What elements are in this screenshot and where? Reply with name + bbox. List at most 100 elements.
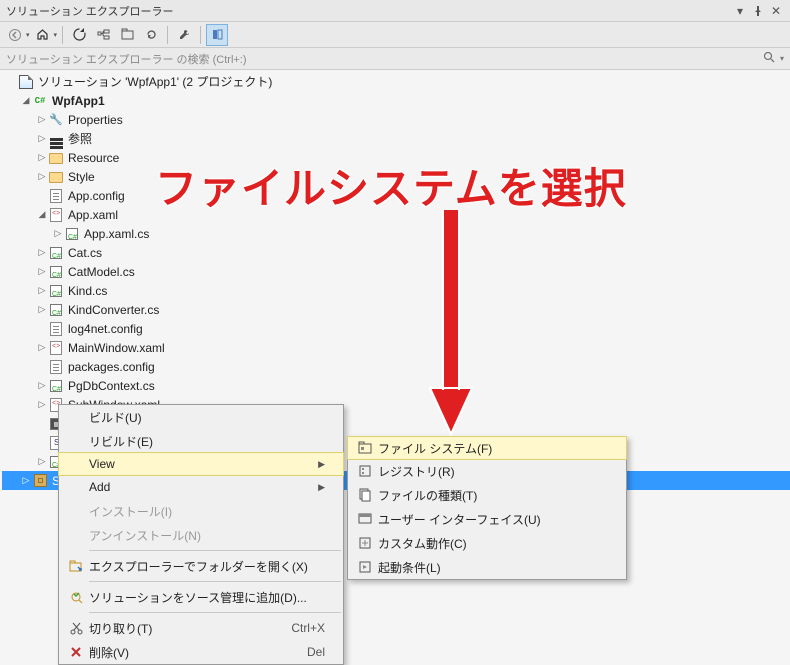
open-folder-icon bbox=[63, 555, 89, 577]
cs-icon bbox=[64, 226, 80, 242]
expander-icon[interactable]: ▷ bbox=[36, 456, 48, 467]
toolbar: ▾ ▾ bbox=[0, 22, 790, 48]
menu-open-folder[interactable]: エクスプローラーでフォルダーを開く(X) bbox=[59, 554, 343, 578]
expander-icon[interactable]: ▷ bbox=[36, 304, 48, 315]
menu-add[interactable]: Add▶ bbox=[59, 475, 343, 499]
sync-icon[interactable] bbox=[68, 24, 90, 46]
expander-icon[interactable]: ▷ bbox=[20, 475, 32, 486]
tree-item[interactable]: ▷Cat.cs bbox=[2, 243, 790, 262]
dropdown-icon[interactable]: ▾ bbox=[732, 3, 748, 19]
expander-icon[interactable]: ▷ bbox=[36, 114, 48, 125]
cs-icon bbox=[48, 302, 64, 318]
project-node-wpfapp1[interactable]: ◢C#WpfApp1 bbox=[2, 91, 790, 110]
menu-separator bbox=[89, 581, 341, 582]
expander-icon[interactable]: ▷ bbox=[36, 399, 48, 410]
setup-icon bbox=[32, 473, 48, 489]
close-icon[interactable]: ✕ bbox=[768, 3, 784, 19]
custom-icon bbox=[352, 532, 378, 554]
config-icon bbox=[48, 359, 64, 375]
menu-build[interactable]: ビルド(U) bbox=[59, 405, 343, 429]
expander-icon[interactable]: ▷ bbox=[36, 380, 48, 391]
menu-customactions[interactable]: カスタム動作(C) bbox=[348, 531, 626, 555]
tree-item[interactable]: ▷参照 bbox=[2, 129, 790, 148]
csproj-icon: C# bbox=[32, 93, 48, 109]
wrench-icon: 🔧 bbox=[48, 112, 64, 128]
solution-icon bbox=[18, 74, 34, 90]
search-dropdown-icon[interactable]: ▾ bbox=[780, 54, 784, 63]
view-mode-icon[interactable] bbox=[206, 24, 228, 46]
launch-icon bbox=[352, 556, 378, 578]
config-icon bbox=[48, 321, 64, 337]
registry-icon bbox=[352, 460, 378, 482]
show-all-icon[interactable] bbox=[116, 24, 138, 46]
folder-icon bbox=[48, 150, 64, 166]
tree-item[interactable]: log4net.config bbox=[2, 319, 790, 338]
submenu-arrow-icon: ▶ bbox=[318, 482, 325, 493]
menu-separator bbox=[89, 550, 341, 551]
submenu-arrow-icon: ▶ bbox=[318, 459, 325, 470]
expander-icon[interactable]: ▷ bbox=[36, 285, 48, 296]
properties-icon[interactable] bbox=[173, 24, 195, 46]
menu-install: インストール(I) bbox=[59, 499, 343, 523]
tree-item[interactable]: ◢App.xaml bbox=[2, 205, 790, 224]
cs-icon bbox=[48, 245, 64, 261]
references-icon bbox=[48, 131, 64, 147]
toolbar-separator bbox=[62, 26, 63, 44]
search-icon[interactable] bbox=[763, 51, 776, 67]
source-control-icon bbox=[63, 586, 89, 608]
solution-node[interactable]: ソリューション 'WpfApp1' (2 プロジェクト) bbox=[2, 72, 790, 91]
menu-launchconditions[interactable]: 起動条件(L) bbox=[348, 555, 626, 579]
expander-icon[interactable]: ▷ bbox=[36, 152, 48, 163]
xaml-icon bbox=[48, 340, 64, 356]
expander-icon[interactable]: ▷ bbox=[36, 247, 48, 258]
filetypes-icon bbox=[352, 484, 378, 506]
tree-item[interactable]: ▷Style bbox=[2, 167, 790, 186]
tree-item[interactable]: ▷App.xaml.cs bbox=[2, 224, 790, 243]
menu-filesystem[interactable]: ファイル システム(F) bbox=[347, 436, 627, 460]
menu-registry[interactable]: レジストリ(R) bbox=[348, 459, 626, 483]
tree-item[interactable]: ▷MainWindow.xaml bbox=[2, 338, 790, 357]
tree-item[interactable]: App.config bbox=[2, 186, 790, 205]
context-submenu-view: ファイル システム(F) レジストリ(R) ファイルの種類(T) ユーザー イン… bbox=[347, 436, 627, 580]
collapse-icon[interactable] bbox=[92, 24, 114, 46]
menu-view[interactable]: View▶ bbox=[58, 452, 344, 476]
menu-filetypes[interactable]: ファイルの種類(T) bbox=[348, 483, 626, 507]
expander-icon[interactable]: ▷ bbox=[36, 342, 48, 353]
menu-delete[interactable]: 削除(V)Del bbox=[59, 640, 343, 664]
expander-icon[interactable]: ◢ bbox=[20, 95, 32, 106]
menu-userinterface[interactable]: ユーザー インターフェイス(U) bbox=[348, 507, 626, 531]
tree-item[interactable]: ▷🔧Properties bbox=[2, 110, 790, 129]
cs-icon bbox=[48, 378, 64, 394]
menu-separator bbox=[89, 612, 341, 613]
delete-icon bbox=[63, 641, 89, 663]
tree-item[interactable]: ▷Resource bbox=[2, 148, 790, 167]
menu-rebuild[interactable]: リビルド(E) bbox=[59, 429, 343, 453]
refresh-icon[interactable] bbox=[140, 24, 162, 46]
back-dropdown-icon[interactable]: ▾ bbox=[26, 31, 30, 39]
panel-title: ソリューション エクスプローラー bbox=[6, 3, 730, 19]
menu-uninstall: アンインストール(N) bbox=[59, 523, 343, 547]
tree-item[interactable]: packages.config bbox=[2, 357, 790, 376]
tree-item[interactable]: ▷Kind.cs bbox=[2, 281, 790, 300]
search-box[interactable]: ソリューション エクスプローラー の検索 (Ctrl+:) ▾ bbox=[0, 48, 790, 70]
expander-icon[interactable]: ◢ bbox=[36, 209, 48, 220]
panel-header: ソリューション エクスプローラー ▾ ✕ bbox=[0, 0, 790, 22]
expander-icon[interactable]: ▷ bbox=[52, 228, 64, 239]
back-icon[interactable] bbox=[4, 24, 26, 46]
menu-cut[interactable]: 切り取り(T)Ctrl+X bbox=[59, 616, 343, 640]
toolbar-separator bbox=[167, 26, 168, 44]
pin-icon[interactable] bbox=[750, 3, 766, 19]
tree-item[interactable]: ▷CatModel.cs bbox=[2, 262, 790, 281]
tree-item[interactable]: ▷KindConverter.cs bbox=[2, 300, 790, 319]
home-icon[interactable] bbox=[32, 24, 54, 46]
folder-icon bbox=[48, 169, 64, 185]
tree-item[interactable]: ▷PgDbContext.cs bbox=[2, 376, 790, 395]
context-menu: ビルド(U) リビルド(E) View▶ Add▶ インストール(I) アンイン… bbox=[58, 404, 344, 665]
expander-icon[interactable]: ▷ bbox=[36, 266, 48, 277]
ui-icon bbox=[352, 508, 378, 530]
menu-add-source-control[interactable]: ソリューションをソース管理に追加(D)... bbox=[59, 585, 343, 609]
expander-icon[interactable]: ▷ bbox=[36, 133, 48, 144]
config-icon bbox=[48, 188, 64, 204]
home-dropdown-icon[interactable]: ▾ bbox=[54, 31, 58, 39]
expander-icon[interactable]: ▷ bbox=[36, 171, 48, 182]
